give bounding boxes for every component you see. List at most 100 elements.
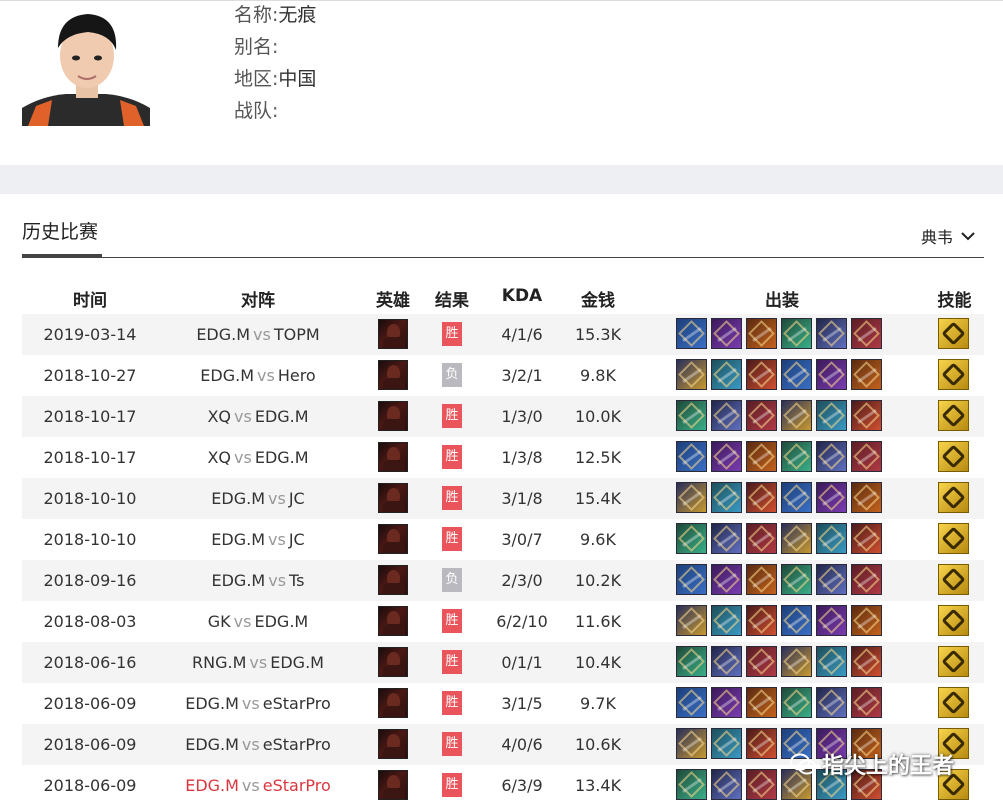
equipment-item-icon[interactable]: [816, 482, 847, 513]
equipment-item-icon[interactable]: [746, 318, 777, 349]
match-teams[interactable]: EDG.M vs eStarPro: [158, 683, 358, 724]
equipment-item-icon[interactable]: [781, 523, 812, 554]
equipment-item-icon[interactable]: [746, 400, 777, 431]
match-teams[interactable]: XQ vs EDG.M: [158, 437, 358, 478]
summoner-skill-icon[interactable]: [938, 359, 969, 390]
equipment-item-icon[interactable]: [781, 646, 812, 677]
equipment-item-icon[interactable]: [746, 646, 777, 677]
equipment-item-icon[interactable]: [746, 687, 777, 718]
equipment-item-icon[interactable]: [851, 646, 882, 677]
equipment-item-icon[interactable]: [851, 359, 882, 390]
equipment-item-icon[interactable]: [711, 359, 742, 390]
hero-portrait-icon[interactable]: [378, 606, 408, 636]
equipment-item-icon[interactable]: [676, 646, 707, 677]
summoner-skill-icon[interactable]: [938, 646, 969, 677]
hero-portrait-icon[interactable]: [378, 770, 408, 800]
equipment-item-icon[interactable]: [676, 687, 707, 718]
summoner-skill-icon[interactable]: [938, 605, 969, 636]
table-row[interactable]: 2018-06-09 EDG.M vs eStarPro 胜 3/1/5 9.7K: [22, 683, 984, 724]
summoner-skill-icon[interactable]: [938, 687, 969, 718]
equipment-item-icon[interactable]: [676, 769, 707, 800]
equipment-item-icon[interactable]: [711, 728, 742, 759]
match-teams[interactable]: RNG.M vs EDG.M: [158, 642, 358, 683]
equipment-item-icon[interactable]: [746, 769, 777, 800]
equipment-item-icon[interactable]: [711, 564, 742, 595]
equipment-item-icon[interactable]: [746, 728, 777, 759]
equipment-item-icon[interactable]: [816, 318, 847, 349]
equipment-item-icon[interactable]: [676, 605, 707, 636]
hero-portrait-icon[interactable]: [378, 401, 408, 431]
equipment-item-icon[interactable]: [851, 441, 882, 472]
table-row[interactable]: 2019-03-14 EDG.M vs TOPM 胜 4/1/6 15.3K: [22, 314, 984, 355]
match-teams[interactable]: GK vs EDG.M: [158, 601, 358, 642]
table-row[interactable]: 2018-10-17 XQ vs EDG.M 胜 1/3/0 10.0K: [22, 396, 984, 437]
hero-portrait-icon[interactable]: [378, 565, 408, 595]
equipment-item-icon[interactable]: [851, 400, 882, 431]
table-row[interactable]: 2018-10-10 EDG.M vs JC 胜 3/1/8 15.4K: [22, 478, 984, 519]
equipment-item-icon[interactable]: [851, 564, 882, 595]
equipment-item-icon[interactable]: [711, 441, 742, 472]
match-teams[interactable]: EDG.M vs JC: [158, 519, 358, 560]
table-row[interactable]: 2018-09-16 EDG.M vs Ts 负 2/3/0 10.2K: [22, 560, 984, 601]
equipment-item-icon[interactable]: [711, 400, 742, 431]
equipment-item-icon[interactable]: [746, 605, 777, 636]
equipment-item-icon[interactable]: [781, 359, 812, 390]
equipment-item-icon[interactable]: [851, 482, 882, 513]
equipment-item-icon[interactable]: [816, 400, 847, 431]
equipment-item-icon[interactable]: [676, 359, 707, 390]
hero-portrait-icon[interactable]: [378, 524, 408, 554]
hero-filter-dropdown[interactable]: 典韦: [921, 224, 975, 248]
equipment-item-icon[interactable]: [816, 523, 847, 554]
equipment-item-icon[interactable]: [746, 482, 777, 513]
equipment-item-icon[interactable]: [816, 646, 847, 677]
equipment-item-icon[interactable]: [676, 482, 707, 513]
equipment-item-icon[interactable]: [816, 687, 847, 718]
table-row[interactable]: 2018-10-27 EDG.M vs Hero 负 3/2/1 9.8K: [22, 355, 984, 396]
equipment-item-icon[interactable]: [781, 400, 812, 431]
equipment-item-icon[interactable]: [781, 687, 812, 718]
summoner-skill-icon[interactable]: [938, 482, 969, 513]
match-teams[interactable]: EDG.M vs JC: [158, 478, 358, 519]
match-teams[interactable]: XQ vs EDG.M: [158, 396, 358, 437]
equipment-item-icon[interactable]: [746, 359, 777, 390]
summoner-skill-icon[interactable]: [938, 400, 969, 431]
section-title-tab[interactable]: 历史比赛: [22, 217, 98, 244]
equipment-item-icon[interactable]: [781, 482, 812, 513]
equipment-item-icon[interactable]: [746, 523, 777, 554]
equipment-item-icon[interactable]: [851, 687, 882, 718]
equipment-item-icon[interactable]: [676, 523, 707, 554]
hero-portrait-icon[interactable]: [378, 360, 408, 390]
equipment-item-icon[interactable]: [851, 523, 882, 554]
equipment-item-icon[interactable]: [781, 564, 812, 595]
summoner-skill-icon[interactable]: [938, 441, 969, 472]
table-row[interactable]: 2018-06-16 RNG.M vs EDG.M 胜 0/1/1 10.4K: [22, 642, 984, 683]
hero-portrait-icon[interactable]: [378, 442, 408, 472]
equipment-item-icon[interactable]: [711, 687, 742, 718]
hero-portrait-icon[interactable]: [378, 647, 408, 677]
equipment-item-icon[interactable]: [711, 769, 742, 800]
equipment-item-icon[interactable]: [816, 564, 847, 595]
equipment-item-icon[interactable]: [676, 728, 707, 759]
match-teams[interactable]: EDG.M vs eStarPro: [158, 724, 358, 765]
summoner-skill-icon[interactable]: [938, 318, 969, 349]
equipment-item-icon[interactable]: [781, 441, 812, 472]
equipment-item-icon[interactable]: [711, 605, 742, 636]
equipment-item-icon[interactable]: [676, 564, 707, 595]
table-row[interactable]: 2018-10-17 XQ vs EDG.M 胜 1/3/8 12.5K: [22, 437, 984, 478]
equipment-item-icon[interactable]: [711, 523, 742, 554]
summoner-skill-icon[interactable]: [938, 523, 969, 554]
hero-portrait-icon[interactable]: [378, 319, 408, 349]
match-teams[interactable]: EDG.M vs Ts: [158, 560, 358, 601]
equipment-item-icon[interactable]: [711, 318, 742, 349]
summoner-skill-icon[interactable]: [938, 564, 969, 595]
equipment-item-icon[interactable]: [746, 564, 777, 595]
table-row[interactable]: 2018-10-10 EDG.M vs JC 胜 3/0/7 9.6K: [22, 519, 984, 560]
hero-portrait-icon[interactable]: [378, 483, 408, 513]
match-teams[interactable]: EDG.M vs Hero: [158, 355, 358, 396]
table-row[interactable]: 2018-08-03 GK vs EDG.M 胜 6/2/10 11.6K: [22, 601, 984, 642]
equipment-item-icon[interactable]: [816, 605, 847, 636]
equipment-item-icon[interactable]: [851, 605, 882, 636]
match-teams[interactable]: EDG.M vs eStarPro: [158, 765, 358, 806]
equipment-item-icon[interactable]: [676, 441, 707, 472]
equipment-item-icon[interactable]: [816, 359, 847, 390]
